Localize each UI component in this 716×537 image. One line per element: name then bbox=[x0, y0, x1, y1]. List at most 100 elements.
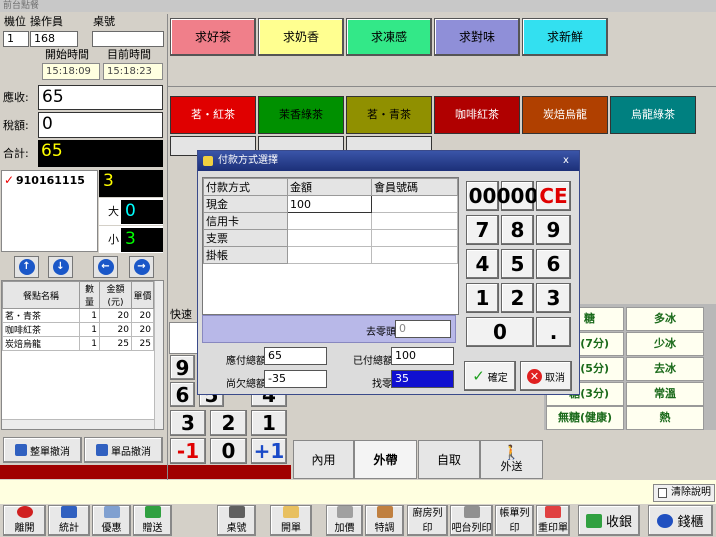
discount-button[interactable]: 優惠 bbox=[92, 505, 131, 536]
key-2[interactable]: 2 bbox=[501, 283, 534, 313]
plus-one-key[interactable]: +1 bbox=[251, 438, 287, 464]
tab-dine-in[interactable]: 內用 bbox=[293, 440, 354, 479]
member-number[interactable] bbox=[371, 212, 458, 230]
check-icon: ✓ bbox=[4, 173, 15, 187]
tab-pickup[interactable]: 自取 bbox=[418, 440, 480, 479]
bill-print-button[interactable]: 帳單列印 bbox=[495, 505, 534, 536]
ice-option[interactable]: 熱 bbox=[626, 406, 704, 430]
scroll-left-button[interactable]: ← bbox=[93, 256, 118, 278]
payment-amount[interactable] bbox=[287, 229, 372, 247]
payment-amount[interactable]: 100 bbox=[287, 195, 372, 213]
key-9[interactable]: 9 bbox=[536, 215, 571, 245]
item-qty: 1 bbox=[79, 308, 100, 323]
table-row[interactable]: 茗・青茶 1 20 20 bbox=[2, 308, 154, 323]
bar-print-button[interactable]: 吧台列印 bbox=[450, 505, 493, 536]
product-button[interactable]: 烏龍綠茶 bbox=[610, 96, 696, 134]
key-8[interactable]: 8 bbox=[501, 215, 534, 245]
start-time: 15:18:09 bbox=[42, 63, 100, 80]
reprint-label: 重印單 bbox=[538, 523, 568, 534]
key-dot[interactable]: . bbox=[536, 317, 571, 347]
stats-button[interactable]: 統計 bbox=[48, 505, 90, 536]
item-count: 3 bbox=[99, 170, 163, 197]
ice-option[interactable]: 多冰 bbox=[626, 307, 704, 331]
key-6[interactable]: 6 bbox=[536, 249, 571, 279]
product-button[interactable]: 炭焙烏龍 bbox=[522, 96, 608, 134]
table-row[interactable]: 支票 bbox=[203, 229, 458, 247]
payment-amount[interactable] bbox=[287, 246, 372, 264]
exit-button[interactable]: 離開 bbox=[3, 505, 46, 536]
quick-key[interactable]: 2 bbox=[210, 410, 247, 436]
tab-takeout[interactable]: 外帶 bbox=[354, 440, 417, 479]
cancel-all-button[interactable]: 整單撤消 bbox=[3, 437, 82, 463]
category-button[interactable]: 求對味 bbox=[434, 18, 520, 56]
item-price: 20 bbox=[131, 308, 154, 323]
total-label: 合計: bbox=[3, 147, 29, 160]
cash-drawer-button[interactable]: 錢櫃 bbox=[648, 505, 713, 536]
large-label: 大 bbox=[108, 205, 119, 218]
checkout-label: 收銀 bbox=[605, 515, 632, 530]
product-button[interactable]: 咖啡紅茶 bbox=[434, 96, 520, 134]
member-number[interactable] bbox=[371, 195, 458, 213]
member-number[interactable] bbox=[371, 229, 458, 247]
category-button[interactable]: 求好茶 bbox=[170, 18, 256, 56]
check-icon: ✓ bbox=[472, 367, 485, 385]
scroll-down-button[interactable]: ↓ bbox=[48, 256, 73, 278]
cancel-button[interactable]: ✕ 取消 bbox=[520, 361, 572, 391]
key-00[interactable]: 00 bbox=[466, 181, 499, 211]
gift-button[interactable]: 贈送 bbox=[133, 505, 172, 536]
table-row[interactable]: 炭焙烏龍 1 25 25 bbox=[2, 336, 154, 351]
key-ce[interactable]: CE bbox=[536, 181, 571, 211]
confirm-button[interactable]: ✓ 確定 bbox=[464, 361, 516, 391]
table-field[interactable] bbox=[92, 31, 164, 47]
key-4[interactable]: 4 bbox=[466, 249, 499, 279]
tax-value: 0 bbox=[38, 112, 163, 138]
key-1[interactable]: 1 bbox=[466, 283, 499, 313]
category-button[interactable]: 求新鮮 bbox=[522, 18, 608, 56]
sugar-option[interactable]: 無糖(健康) bbox=[546, 406, 624, 430]
product-button[interactable]: 茗・紅茶 bbox=[170, 96, 256, 134]
special-mix-button[interactable]: 特調 bbox=[365, 505, 404, 536]
quick-key[interactable]: 1 bbox=[251, 410, 287, 436]
kitchen-print-button[interactable]: 廚房列印 bbox=[407, 505, 448, 536]
close-icon[interactable]: x bbox=[559, 154, 573, 168]
order-list[interactable]: ✓ 910161115 bbox=[1, 170, 98, 252]
table-button[interactable]: 桌號 bbox=[217, 505, 256, 536]
ice-option[interactable]: 常溫 bbox=[626, 382, 704, 406]
rounding-field[interactable]: 0 bbox=[395, 320, 451, 338]
key-7[interactable]: 7 bbox=[466, 215, 499, 245]
quick-key[interactable]: 3 bbox=[170, 410, 206, 436]
open-order-button[interactable]: 開單 bbox=[270, 505, 312, 536]
quick-key[interactable]: 6 bbox=[170, 382, 195, 407]
category-button[interactable]: 求凍感 bbox=[346, 18, 432, 56]
scroll-right-button[interactable]: → bbox=[129, 256, 154, 278]
table-row[interactable]: 掛帳 bbox=[203, 246, 458, 264]
cancel-item-button[interactable]: 單品撤消 bbox=[84, 437, 163, 463]
ice-option[interactable]: 少冰 bbox=[626, 332, 704, 356]
scroll-up-button[interactable]: ↑ bbox=[14, 256, 39, 278]
quick-key[interactable]: 0 bbox=[210, 438, 247, 464]
horizontal-scrollbar[interactable] bbox=[2, 419, 154, 429]
payment-amount[interactable] bbox=[287, 212, 372, 230]
reprint-button[interactable]: 重印單 bbox=[536, 505, 570, 536]
vertical-scrollbar[interactable] bbox=[154, 281, 163, 429]
product-button[interactable]: 茗・青茶 bbox=[346, 96, 432, 134]
items-table-panel[interactable]: 餐點名稱 數量 金額(元) 單價 茗・青茶 1 20 20 咖啡紅茶 1 20 … bbox=[1, 280, 164, 430]
key-000[interactable]: 000 bbox=[497, 181, 538, 211]
clear-note-button[interactable]: 清除說明 bbox=[653, 484, 715, 502]
table-row[interactable]: 現金 100 bbox=[203, 195, 458, 213]
tab-delivery[interactable]: 🚶 外送 bbox=[480, 440, 543, 479]
product-button[interactable]: 茉香綠茶 bbox=[258, 96, 344, 134]
minus-one-key[interactable]: -1 bbox=[170, 438, 206, 464]
table-row[interactable]: 咖啡紅茶 1 20 20 bbox=[2, 322, 154, 337]
member-number[interactable] bbox=[371, 246, 458, 264]
checkout-button[interactable]: 收銀 bbox=[578, 505, 640, 536]
open-order-label: 開單 bbox=[281, 523, 301, 534]
surcharge-button[interactable]: 加價 bbox=[326, 505, 363, 536]
quick-key[interactable]: 9 bbox=[170, 355, 195, 380]
category-button[interactable]: 求奶香 bbox=[258, 18, 344, 56]
table-row[interactable]: 信用卡 bbox=[203, 212, 458, 230]
key-5[interactable]: 5 bbox=[501, 249, 534, 279]
ice-option[interactable]: 去冰 bbox=[626, 357, 704, 381]
key-0[interactable]: 0 bbox=[466, 317, 534, 347]
key-3[interactable]: 3 bbox=[536, 283, 571, 313]
